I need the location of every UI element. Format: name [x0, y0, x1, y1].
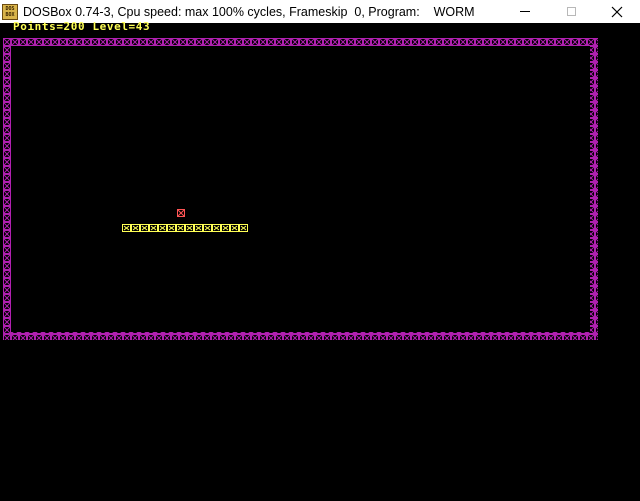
score-level-readout: Points=200 Level=43: [13, 20, 151, 33]
worm-segment: [239, 224, 248, 232]
worm-segment: [167, 224, 176, 232]
dosbox-icon[interactable]: DOS BOX: [2, 3, 18, 20]
worm-segment: [140, 224, 149, 232]
minimize-icon: [520, 11, 530, 12]
maximize-icon: [566, 7, 576, 16]
worm-segment: [230, 224, 239, 232]
playfield-border: [3, 38, 598, 340]
worm-segment: [221, 224, 230, 232]
dosbox-window: DOS BOX DOSBox 0.74-3, Cpu speed: max 10…: [0, 0, 640, 501]
worm-segment: [158, 224, 167, 232]
worm-segment: [149, 224, 158, 232]
worm-segment: [194, 224, 203, 232]
food-pellet: [177, 209, 185, 217]
close-icon: [611, 6, 623, 17]
worm-segment: [122, 224, 131, 232]
worm: [122, 224, 248, 232]
close-button[interactable]: [594, 0, 640, 23]
worm-segment: [176, 224, 185, 232]
worm-segment: [203, 224, 212, 232]
window-title: DOSBox 0.74-3, Cpu speed: max 100% cycle…: [23, 4, 475, 19]
minimize-button[interactable]: [502, 0, 548, 23]
worm-segment: [131, 224, 140, 232]
maximize-button[interactable]: [548, 0, 594, 23]
icon-label-bottom: BOX: [5, 11, 15, 18]
worm-segment: [212, 224, 221, 232]
worm-segment: [185, 224, 194, 232]
